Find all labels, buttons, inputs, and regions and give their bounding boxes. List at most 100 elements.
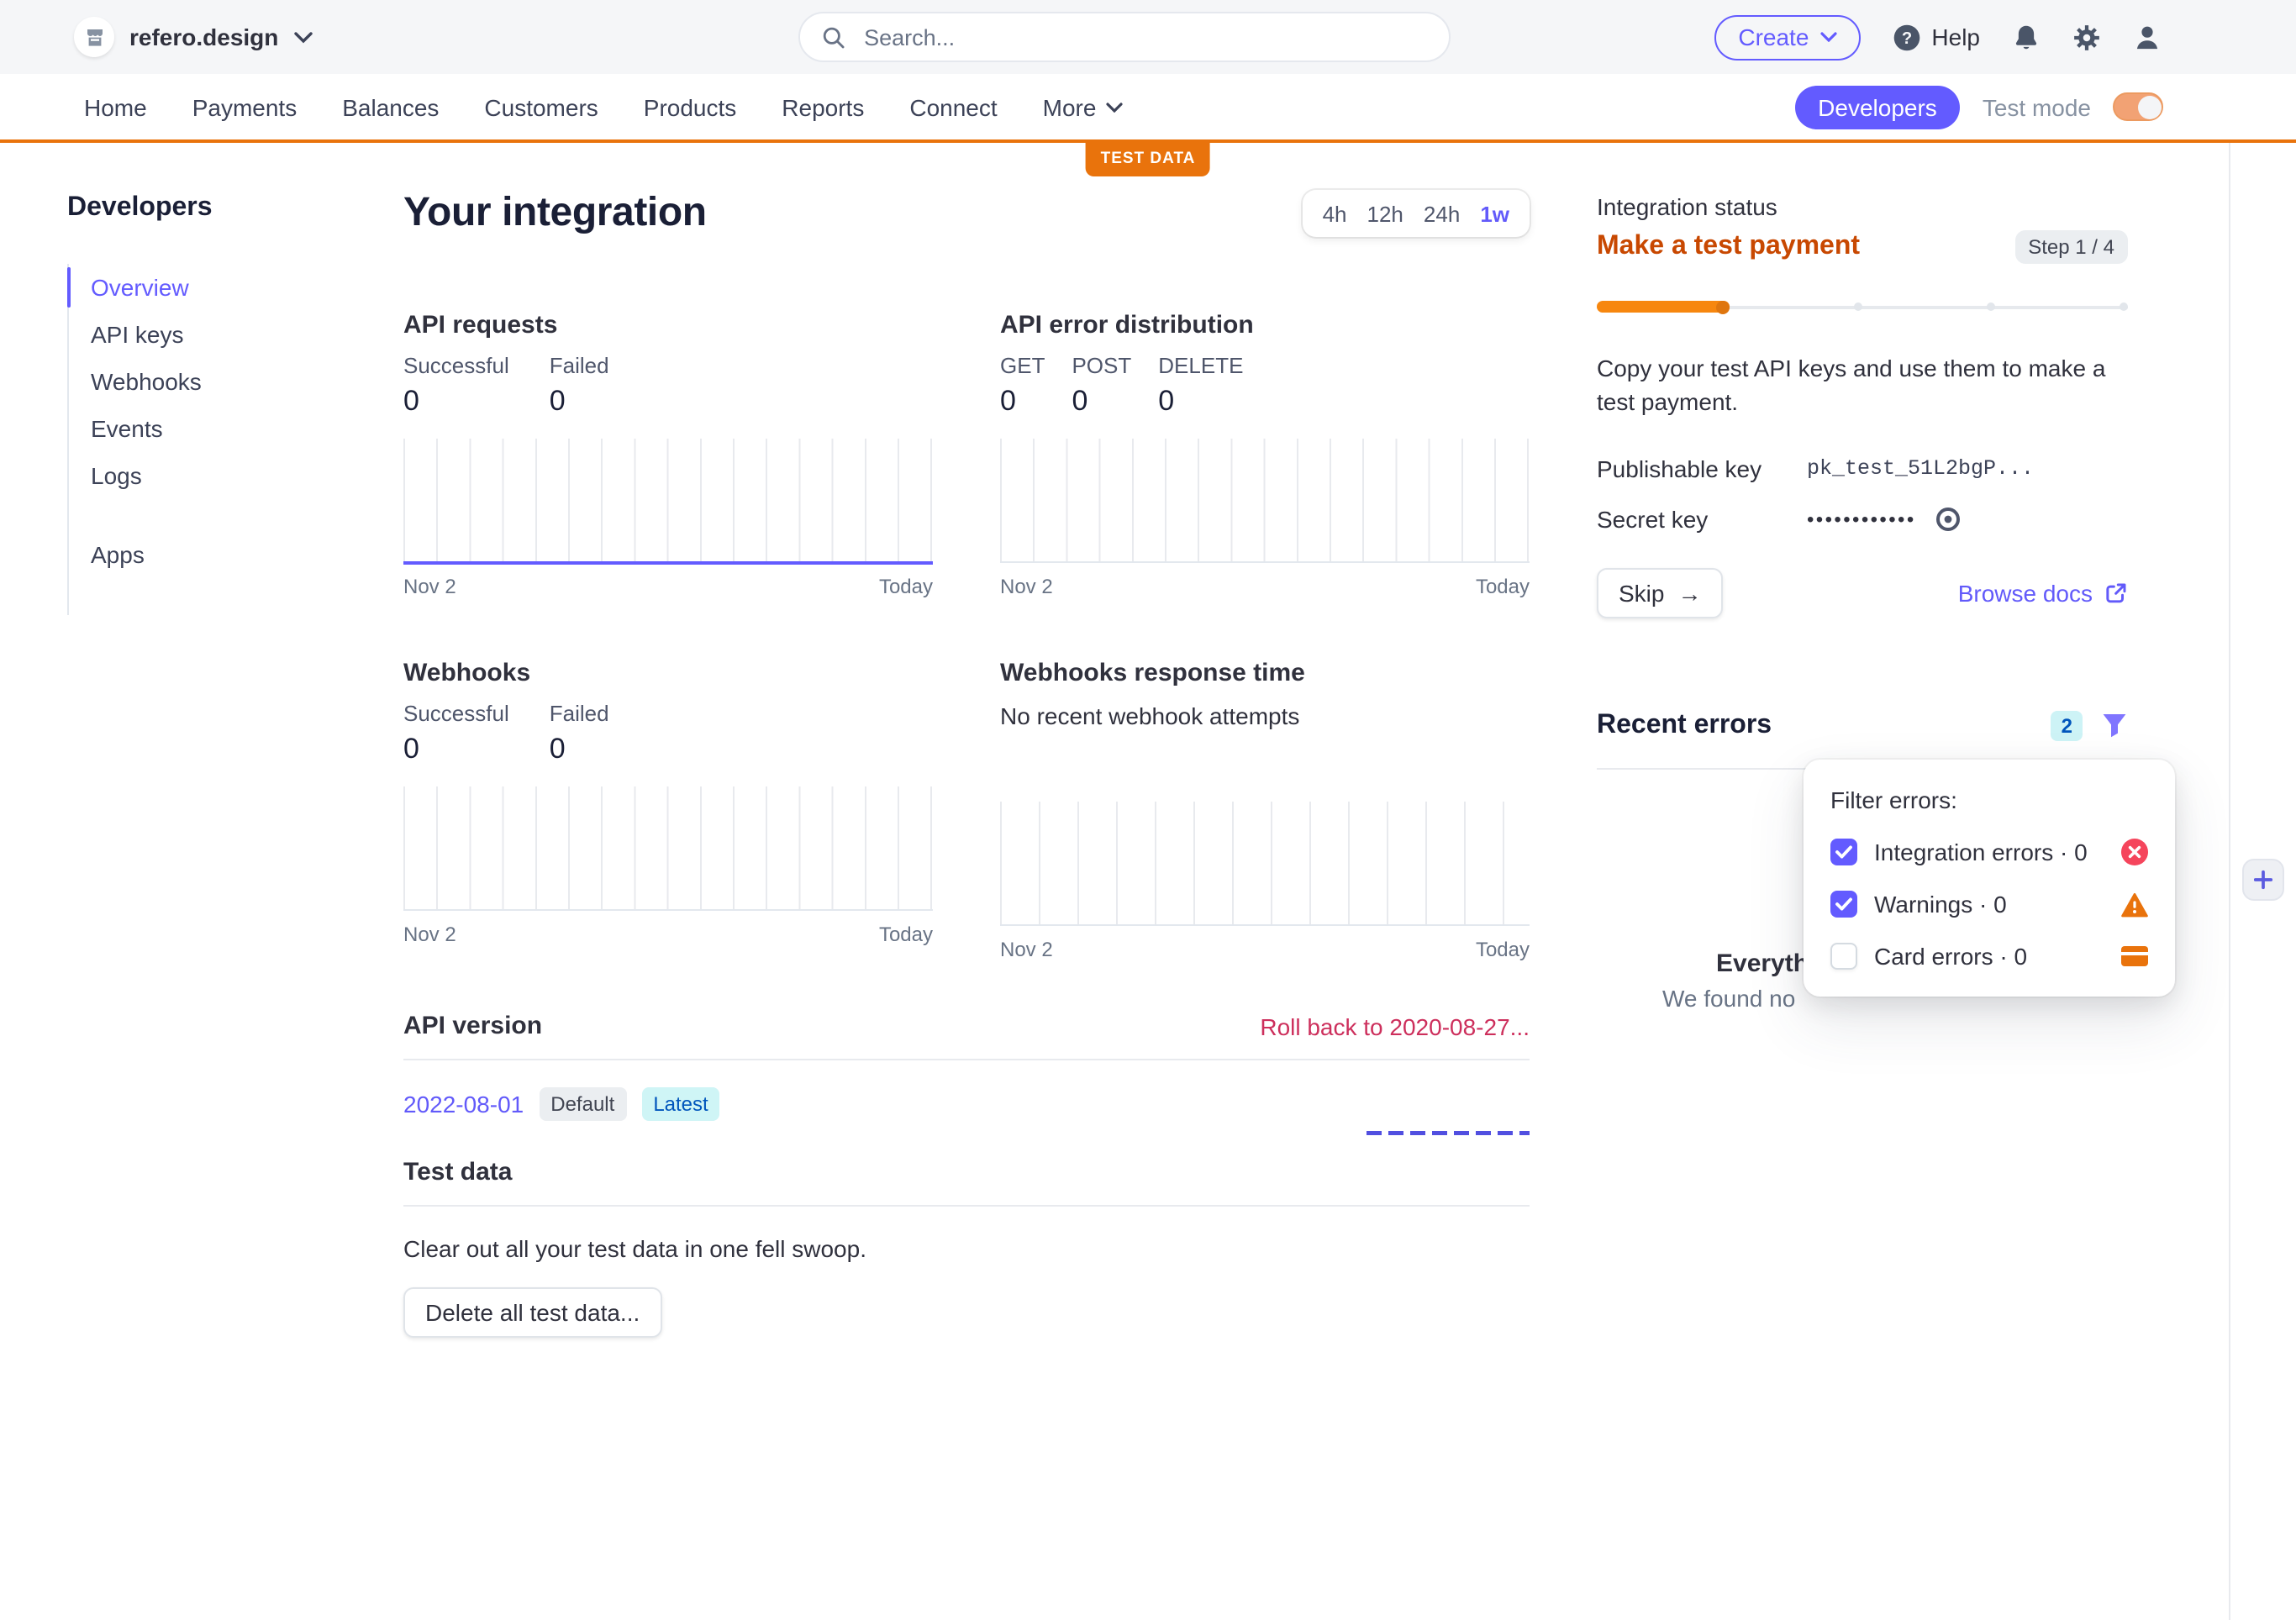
skip-label: Skip xyxy=(1619,580,1664,607)
progress-step-dot xyxy=(2120,302,2128,311)
chevron-down-icon xyxy=(1106,102,1123,112)
dashed-placeholder-line xyxy=(1367,1131,1530,1136)
test-data-heading: Test data xyxy=(403,1158,513,1186)
topbar: refero.design Create ? Help xyxy=(0,0,2296,74)
filter-option-integration-errors[interactable]: Integration errors · 0 xyxy=(1830,839,2148,865)
filter-errors-popup: Filter errors: Integration errors · 0 Wa… xyxy=(1804,760,2175,997)
sidebar-item-logs[interactable]: Logs xyxy=(69,452,403,499)
test-mode-toggle[interactable] xyxy=(2113,92,2163,121)
nav-right-group: Developers Test mode xyxy=(1794,85,2163,129)
account-switcher[interactable]: refero.design xyxy=(74,17,312,57)
axis-start-label: Nov 2 xyxy=(1000,575,1053,598)
warnings-checkbox[interactable] xyxy=(1830,891,1857,918)
chart-api-error-distribution: API error distribution GET 0 POST 0 DELE… xyxy=(1000,311,1530,598)
api-version-heading: API version xyxy=(403,1012,542,1040)
range-option-12h[interactable]: 12h xyxy=(1367,201,1403,226)
chevron-down-icon xyxy=(293,31,312,43)
sidebar-nav: Overview API keys Webhooks Events Logs A… xyxy=(67,264,403,615)
chart-title: API requests xyxy=(403,311,933,339)
empty-state-title: Everyth xyxy=(1716,949,1809,978)
help-button[interactable]: ? Help xyxy=(1893,23,1980,51)
search-input[interactable] xyxy=(861,23,1427,51)
error-circle-icon xyxy=(2121,839,2148,865)
filter-popup-title: Filter errors: xyxy=(1830,786,2148,813)
card-errors-checkbox[interactable] xyxy=(1830,943,1857,970)
filter-option-label: Card errors · 0 xyxy=(1874,943,2027,970)
sidebar-item-apps[interactable]: Apps xyxy=(69,531,403,578)
sidebar-item-overview[interactable]: Overview xyxy=(69,264,403,311)
chart-webhooks: Webhooks Successful 0 Failed 0 Nov 2 xyxy=(403,659,933,961)
nav-item-reports[interactable]: Reports xyxy=(782,93,864,120)
step-count-badge: Step 1 / 4 xyxy=(2014,230,2128,264)
range-option-4h[interactable]: 4h xyxy=(1323,201,1347,226)
axis-start-label: Nov 2 xyxy=(1000,938,1053,961)
stat-successful: Successful 0 xyxy=(403,353,509,418)
page-title: Your integration xyxy=(403,190,707,237)
create-button[interactable]: Create xyxy=(1714,14,1861,60)
range-option-24h[interactable]: 24h xyxy=(1424,201,1460,226)
nav-item-products[interactable]: Products xyxy=(644,93,737,120)
nav-item-home[interactable]: Home xyxy=(84,93,147,120)
rollback-link[interactable]: Roll back to 2020-08-27... xyxy=(1260,1012,1530,1039)
webhooks-plot[interactable] xyxy=(403,786,933,911)
chart-title: API error distribution xyxy=(1000,311,1530,339)
range-option-1w[interactable]: 1w xyxy=(1480,201,1509,226)
sidebar-item-webhooks[interactable]: Webhooks xyxy=(69,358,403,405)
api-error-plot[interactable] xyxy=(1000,439,1530,563)
chart-webhooks-response-time: Webhooks response time No recent webhook… xyxy=(1000,659,1530,961)
search-icon xyxy=(822,24,845,50)
stat-failed: Failed 0 xyxy=(550,701,609,766)
integration-status-heading: Integration status xyxy=(1597,193,2128,220)
reveal-key-eye-icon[interactable] xyxy=(1935,506,1962,533)
filter-funnel-icon[interactable] xyxy=(2101,713,2128,739)
sidebar-item-api-keys[interactable]: API keys xyxy=(69,311,403,358)
nav-item-customers[interactable]: Customers xyxy=(484,93,598,120)
browse-docs-label: Browse docs xyxy=(1958,580,2093,607)
add-widget-plus-button[interactable] xyxy=(2242,859,2284,901)
delete-all-test-data-button[interactable]: Delete all test data... xyxy=(403,1287,661,1338)
section-divider xyxy=(403,1205,1530,1207)
api-requests-plot[interactable] xyxy=(403,439,933,563)
nav-item-balances[interactable]: Balances xyxy=(342,93,439,120)
account-name: refero.design xyxy=(129,24,278,50)
nav-item-more[interactable]: More xyxy=(1043,93,1124,120)
test-data-section: Test data Clear out all your test data i… xyxy=(403,1158,1530,1338)
test-mode-label: Test mode xyxy=(1983,93,2091,120)
sidebar-heading: Developers xyxy=(67,193,403,224)
search-bar[interactable] xyxy=(798,12,1451,62)
card-icon xyxy=(2121,946,2148,966)
developers-overview-page: refero.design Create ? Help xyxy=(0,0,2296,1620)
webhooks-response-plot[interactable] xyxy=(1000,802,1530,926)
secret-key-masked-value: •••••••••••• xyxy=(1807,508,1916,531)
browse-docs-link[interactable]: Browse docs xyxy=(1958,580,2128,607)
publishable-key-value[interactable]: pk_test_51L2bgP... xyxy=(1807,457,2034,481)
api-version-section: API version Roll back to 2020-08-27... 2… xyxy=(403,1012,1530,1121)
nav-item-connect[interactable]: Connect xyxy=(909,93,997,120)
storefront-logo-icon xyxy=(74,17,114,57)
notifications-bell-icon[interactable] xyxy=(2012,23,2041,51)
skip-button[interactable]: Skip → xyxy=(1597,568,1723,618)
plus-icon xyxy=(2254,869,2272,891)
nav-item-payments[interactable]: Payments xyxy=(192,93,298,120)
developers-badge[interactable]: Developers xyxy=(1794,85,1961,129)
filter-option-label: Integration errors · 0 xyxy=(1874,839,2088,865)
sidebar-item-events[interactable]: Events xyxy=(69,405,403,452)
current-step-title: Make a test payment xyxy=(1597,232,1860,262)
settings-gear-icon[interactable] xyxy=(2072,23,2101,51)
arrow-right-icon: → xyxy=(1677,580,1701,607)
profile-avatar-icon[interactable] xyxy=(2133,23,2162,51)
progress-step-dot xyxy=(1987,302,1995,311)
filter-option-card-errors[interactable]: Card errors · 0 xyxy=(1830,943,2148,970)
filter-count-badge: 2 xyxy=(2051,711,2083,741)
api-version-link[interactable]: 2022-08-01 xyxy=(403,1091,524,1118)
step-description: Copy your test API keys and use them to … xyxy=(1597,353,2128,420)
main-nav: Home Payments Balances Customers Product… xyxy=(0,74,2296,143)
recent-errors-heading: Recent errors xyxy=(1597,711,1772,741)
integration-errors-checkbox[interactable] xyxy=(1830,839,1857,865)
external-link-icon xyxy=(2104,581,2128,605)
svg-text:?: ? xyxy=(1902,29,1912,47)
empty-state-subtitle: We found no xyxy=(1662,985,1795,1012)
publishable-key-label: Publishable key xyxy=(1597,455,1807,482)
stat-get: GET 0 xyxy=(1000,353,1045,418)
filter-option-warnings[interactable]: Warnings · 0 xyxy=(1830,891,2148,918)
